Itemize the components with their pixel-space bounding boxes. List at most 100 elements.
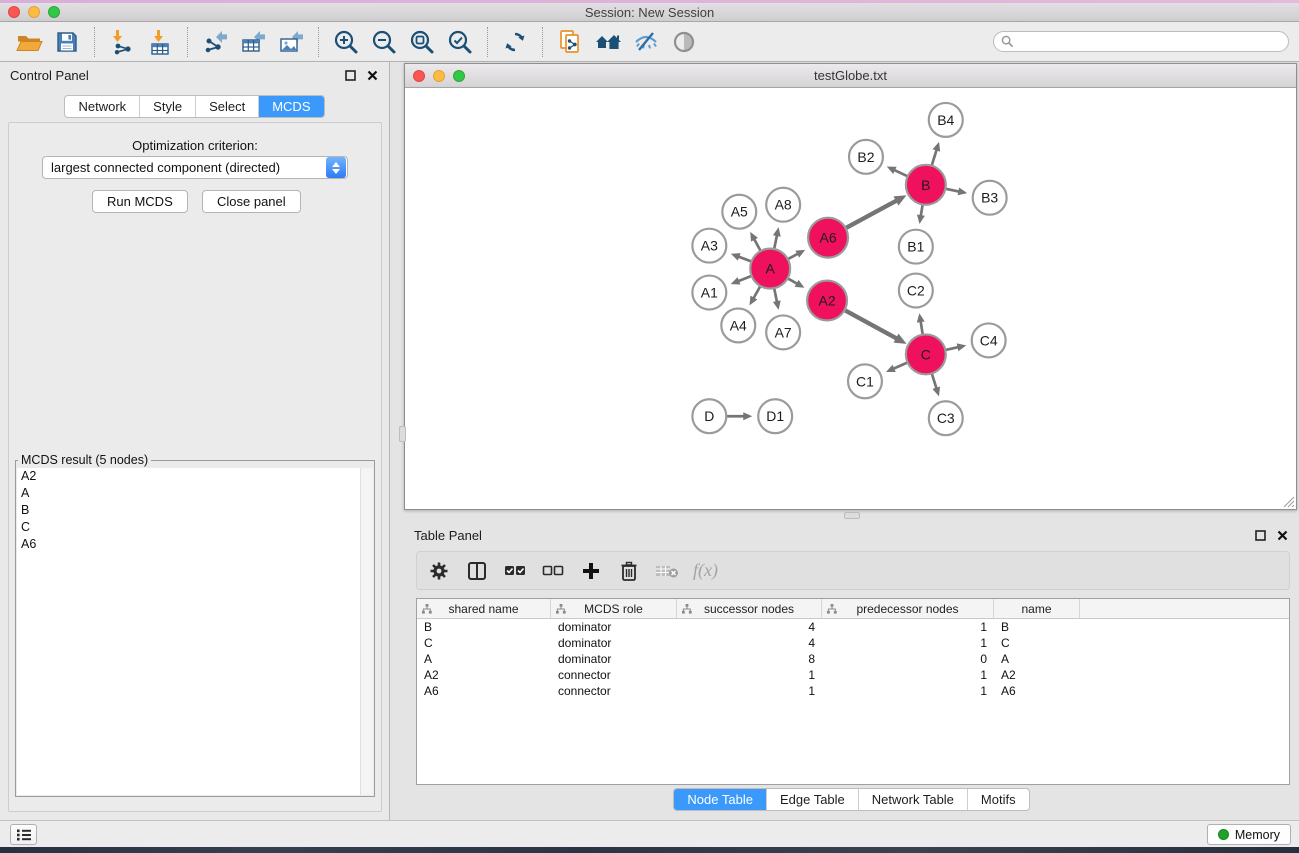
tab-style[interactable]: Style bbox=[140, 96, 196, 117]
table-cell[interactable]: 1 bbox=[822, 683, 994, 699]
table-row[interactable]: Adominator80A bbox=[417, 651, 1289, 667]
table-cell[interactable]: 1 bbox=[822, 667, 994, 683]
zoom-in-button[interactable] bbox=[327, 26, 365, 58]
graph-node-B2[interactable]: B2 bbox=[849, 140, 883, 174]
table-cell[interactable]: 4 bbox=[677, 619, 822, 635]
export-table-button[interactable] bbox=[234, 26, 272, 58]
save-session-button[interactable] bbox=[48, 26, 86, 58]
edge-A-A6[interactable] bbox=[789, 254, 798, 259]
run-mcds-button[interactable]: Run MCDS bbox=[92, 190, 188, 213]
graph-node-A1[interactable]: A1 bbox=[692, 276, 726, 310]
table-cell[interactable]: A2 bbox=[994, 667, 1080, 683]
graph-node-A6[interactable]: A6 bbox=[808, 218, 848, 258]
table-cell[interactable]: connector bbox=[551, 683, 677, 699]
edge-B-B3[interactable] bbox=[946, 189, 958, 191]
tab-network[interactable]: Network bbox=[65, 96, 140, 117]
column-header-predecessor-nodes[interactable]: predecessor nodes bbox=[822, 599, 994, 618]
show-column-panel-button[interactable] bbox=[465, 559, 489, 583]
table-cell[interactable]: dominator bbox=[551, 635, 677, 651]
table-cell[interactable]: A6 bbox=[994, 683, 1080, 699]
result-list-item[interactable]: A6 bbox=[17, 536, 373, 553]
search-input[interactable] bbox=[993, 31, 1289, 52]
result-scrollbar[interactable] bbox=[360, 468, 373, 795]
graph-node-D[interactable]: D bbox=[692, 399, 726, 433]
table-cell[interactable]: 0 bbox=[822, 651, 994, 667]
show-details-button[interactable] bbox=[665, 26, 703, 58]
network-close-button[interactable] bbox=[413, 70, 425, 82]
table-cell[interactable]: 8 bbox=[677, 651, 822, 667]
edge-B-B2[interactable] bbox=[895, 170, 907, 176]
hide-graphics-details-button[interactable] bbox=[627, 26, 665, 58]
export-image-button[interactable] bbox=[272, 26, 310, 58]
delete-column-button[interactable] bbox=[617, 559, 641, 583]
graph-node-A5[interactable]: A5 bbox=[722, 195, 756, 229]
copy-network-button[interactable] bbox=[551, 26, 589, 58]
result-list-item[interactable]: A bbox=[17, 485, 373, 502]
column-header-MCDS-role[interactable]: MCDS role bbox=[551, 599, 677, 618]
result-list-item[interactable]: C bbox=[17, 519, 373, 536]
table-row[interactable]: A2connector11A2 bbox=[417, 667, 1289, 683]
table-cell[interactable]: dominator bbox=[551, 651, 677, 667]
graph-node-A[interactable]: A bbox=[750, 249, 790, 289]
select-all-columns-button[interactable] bbox=[503, 559, 527, 583]
graph-node-C2[interactable]: C2 bbox=[899, 274, 933, 308]
graph-node-B1[interactable]: B1 bbox=[899, 230, 933, 264]
table-cell[interactable]: A2 bbox=[417, 667, 551, 683]
vertical-splitter-handle[interactable] bbox=[399, 426, 406, 442]
table-cell[interactable]: A bbox=[994, 651, 1080, 667]
table-cell[interactable]: A6 bbox=[417, 683, 551, 699]
tab-select[interactable]: Select bbox=[196, 96, 259, 117]
graph-node-C[interactable]: C bbox=[906, 334, 946, 374]
graph-node-C1[interactable]: C1 bbox=[848, 364, 882, 398]
maximize-window-button[interactable] bbox=[48, 6, 60, 18]
table-cell[interactable]: 1 bbox=[677, 667, 822, 683]
tab-node-table[interactable]: Node Table bbox=[674, 789, 767, 810]
result-list-item[interactable]: A2 bbox=[17, 468, 373, 485]
table-cell[interactable]: 1 bbox=[677, 683, 822, 699]
network-window-titlebar[interactable]: testGlobe.txt bbox=[405, 64, 1296, 88]
table-row[interactable]: A6connector11A6 bbox=[417, 683, 1289, 699]
table-cell[interactable]: 4 bbox=[677, 635, 822, 651]
float-table-panel-button[interactable] bbox=[1253, 528, 1267, 542]
table-cell[interactable]: connector bbox=[551, 667, 677, 683]
edge-A-A4[interactable] bbox=[754, 287, 760, 298]
edge-A-A7[interactable] bbox=[774, 289, 776, 301]
table-cell[interactable]: 1 bbox=[822, 635, 994, 651]
graph-node-A3[interactable]: A3 bbox=[692, 229, 726, 263]
graph-node-A7[interactable]: A7 bbox=[766, 315, 800, 349]
create-column-button[interactable] bbox=[579, 559, 603, 583]
graph-node-A4[interactable]: A4 bbox=[721, 308, 755, 342]
deselect-all-columns-button[interactable] bbox=[541, 559, 565, 583]
criterion-dropdown[interactable]: largest connected component (directed) bbox=[42, 156, 348, 179]
edge-C-C4[interactable] bbox=[946, 347, 957, 349]
table-row[interactable]: Cdominator41C bbox=[417, 635, 1289, 651]
graph-node-D1[interactable]: D1 bbox=[758, 399, 792, 433]
export-network-button[interactable] bbox=[196, 26, 234, 58]
close-window-button[interactable] bbox=[8, 6, 20, 18]
edge-A-A2[interactable] bbox=[788, 279, 796, 284]
network-maximize-button[interactable] bbox=[453, 70, 465, 82]
graph-node-A2[interactable]: A2 bbox=[807, 281, 847, 321]
edge-A6-B[interactable] bbox=[846, 201, 896, 228]
column-header-shared-name[interactable]: shared name bbox=[417, 599, 551, 618]
task-history-button[interactable] bbox=[10, 824, 37, 845]
edge-C-C1[interactable] bbox=[894, 363, 907, 369]
home-button[interactable] bbox=[589, 26, 627, 58]
memory-button[interactable]: Memory bbox=[1207, 824, 1291, 845]
network-minimize-button[interactable] bbox=[433, 70, 445, 82]
result-list-item[interactable]: B bbox=[17, 502, 373, 519]
table-row[interactable]: Bdominator41B bbox=[417, 619, 1289, 635]
edge-B-B1[interactable] bbox=[921, 205, 923, 215]
import-network-button[interactable] bbox=[103, 26, 141, 58]
table-cell[interactable]: C bbox=[994, 635, 1080, 651]
apply-layout-button[interactable] bbox=[496, 26, 534, 58]
import-table-button[interactable] bbox=[141, 26, 179, 58]
graph-node-A8[interactable]: A8 bbox=[766, 188, 800, 222]
table-cell[interactable]: dominator bbox=[551, 619, 677, 635]
close-table-panel-button[interactable] bbox=[1275, 528, 1289, 542]
table-cell[interactable]: B bbox=[994, 619, 1080, 635]
mcds-result-list[interactable]: A2ABCA6 bbox=[17, 468, 373, 795]
open-session-button[interactable] bbox=[10, 26, 48, 58]
column-header-name[interactable]: name bbox=[994, 599, 1080, 618]
table-settings-button[interactable] bbox=[427, 559, 451, 583]
